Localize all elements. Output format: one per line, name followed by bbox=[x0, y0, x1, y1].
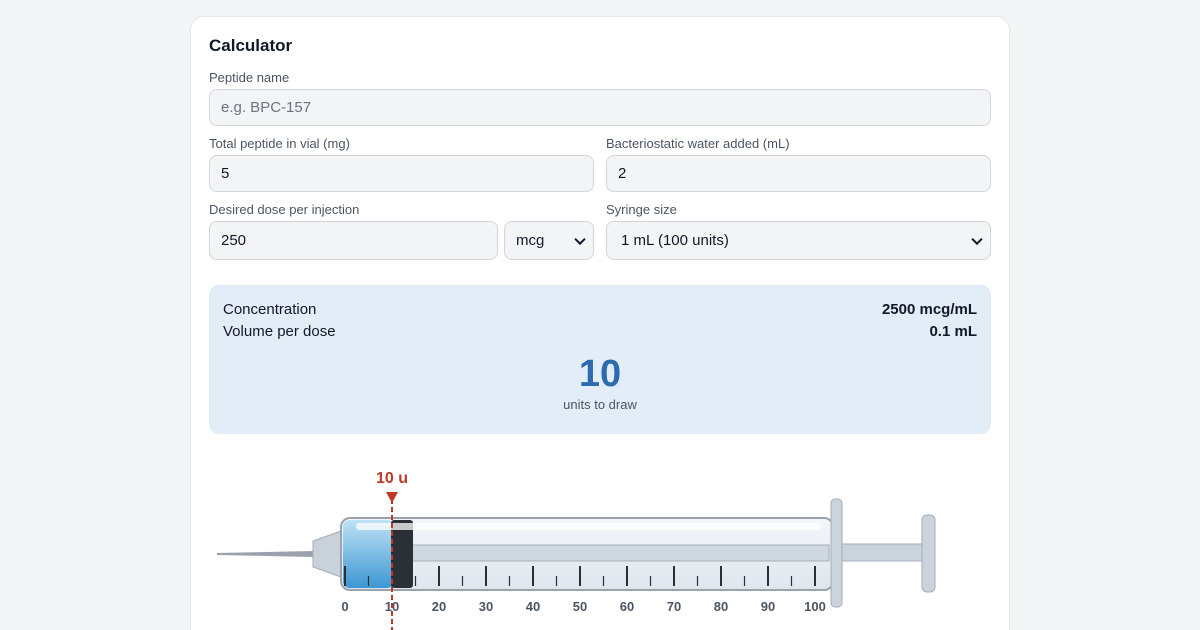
finger-flange bbox=[830, 498, 843, 608]
tick-label: 0 bbox=[341, 599, 348, 614]
dose-marker-arrow bbox=[386, 492, 398, 503]
plunger-tip bbox=[391, 520, 413, 588]
tick-label: 50 bbox=[573, 599, 587, 614]
dose-label: Desired dose per injection bbox=[209, 202, 360, 217]
needle bbox=[217, 551, 313, 557]
scale-labels: 0102030405060708090100 bbox=[341, 599, 825, 614]
units-to-draw-value: 10 bbox=[578, 353, 622, 395]
syringe-size-label: Syringe size bbox=[606, 202, 677, 217]
tick-label: 90 bbox=[761, 599, 775, 614]
tick-label: 30 bbox=[479, 599, 493, 614]
concentration-label: Concentration bbox=[223, 301, 317, 318]
tick-label: 70 bbox=[667, 599, 681, 614]
peptide-name-input[interactable] bbox=[209, 89, 991, 126]
syringe-size-select-wrap: 1 mL (100 units) bbox=[606, 221, 991, 260]
tick-label: 100 bbox=[804, 599, 826, 614]
water-label: Bacteriostatic water added (mL) bbox=[606, 136, 790, 151]
total-peptide-label: Total peptide in vial (mg) bbox=[209, 136, 350, 151]
tick-label: 40 bbox=[526, 599, 540, 614]
needle-hub bbox=[312, 530, 342, 578]
dose-unit-select[interactable]: mcg bbox=[504, 221, 594, 260]
volume-label: Volume per dose bbox=[223, 323, 336, 340]
total-peptide-input[interactable] bbox=[209, 155, 594, 192]
units-to-draw-caption: units to draw bbox=[563, 397, 637, 412]
dose-input[interactable] bbox=[209, 221, 498, 260]
volume-value: 0.1 mL bbox=[929, 323, 977, 340]
dose-marker-label: 10 u bbox=[376, 470, 408, 487]
card-title: Calculator bbox=[209, 36, 293, 55]
syringe-diagram: 0102030405060708090100 10 u bbox=[217, 470, 936, 630]
dose-unit-select-wrap: mcg bbox=[504, 221, 594, 260]
syringe-size-select[interactable]: 1 mL (100 units) bbox=[606, 221, 991, 260]
tick-label: 20 bbox=[432, 599, 446, 614]
thumb-press bbox=[921, 514, 936, 593]
tick-label: 60 bbox=[620, 599, 634, 614]
calculator-card: Calculator Peptide name Total peptide in… bbox=[190, 16, 1010, 630]
concentration-value: 2500 mcg/mL bbox=[881, 301, 977, 318]
barrel-highlight bbox=[356, 523, 821, 530]
plunger-rod-inner bbox=[410, 544, 830, 562]
tick-label: 80 bbox=[714, 599, 728, 614]
peptide-name-label: Peptide name bbox=[209, 70, 290, 85]
water-input[interactable] bbox=[606, 155, 991, 192]
results-panel: Concentration 2500 mcg/mL Volume per dos… bbox=[209, 285, 991, 434]
